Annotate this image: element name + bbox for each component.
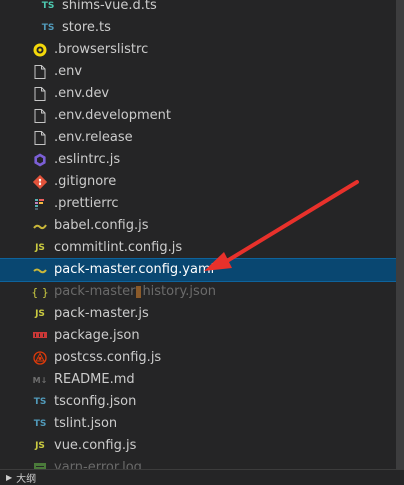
file-icon	[32, 130, 48, 146]
tree-item-label: .env.development	[54, 108, 171, 123]
tree-item-eslintrc-js[interactable]: .eslintrc.js	[0, 149, 396, 171]
tree-item-gitignore[interactable]: .gitignore	[0, 171, 396, 193]
tree-item-shims-vue-d-ts[interactable]: TS shims-vue.d.ts	[0, 0, 396, 17]
tree-item-label: package.json	[54, 328, 140, 343]
tree-item-label: pack-master.config.yaml	[54, 262, 215, 277]
markdown-icon: M↓	[32, 375, 48, 385]
git-icon	[32, 174, 48, 190]
tree-item-tslint-json[interactable]: TS tslint.json	[0, 413, 396, 435]
tree-item-env-dev[interactable]: .env.dev	[0, 83, 396, 105]
typescript-icon: TS	[41, 23, 55, 33]
chevron-right-icon: ▶	[6, 472, 13, 482]
tree-item-pack-master-history-json[interactable]: { } pack-master history.json	[0, 281, 396, 303]
tree-item-label: .prettierrc	[54, 196, 119, 211]
tree-item-env-development[interactable]: .env.development	[0, 105, 396, 127]
scrollbar-track[interactable]	[396, 0, 404, 470]
tree-item-env-release[interactable]: .env.release	[0, 127, 396, 149]
tree-item-label: postcss.config.js	[54, 350, 162, 365]
tree-item-prettierrc[interactable]: .prettierrc	[0, 193, 396, 215]
tree-item-label: README.md	[54, 372, 135, 387]
javascript-icon: JS	[35, 243, 45, 253]
tree-item-pack-master-js[interactable]: JS pack-master.js	[0, 303, 396, 325]
tree-item-commitlint-config-js[interactable]: JS commitlint.config.js	[0, 237, 396, 259]
typescript-def-icon: TS	[41, 1, 55, 11]
file-explorer: TS shims-vue.d.ts TS store.ts .browsersl…	[0, 0, 404, 470]
tree-item-pack-master-config-yaml[interactable]: pack-master.config.yaml	[0, 258, 397, 282]
tsconfig-icon: TS	[33, 397, 47, 407]
tree-item-env[interactable]: .env	[0, 61, 396, 83]
yaml-icon	[32, 262, 48, 278]
file-icon	[32, 108, 48, 124]
tree-item-store-ts[interactable]: TS store.ts	[0, 17, 396, 39]
tslint-icon: TS	[33, 419, 47, 429]
tree-item-label: shims-vue.d.ts	[62, 0, 157, 13]
edit-marker	[136, 285, 142, 298]
browserslist-icon	[32, 42, 48, 58]
javascript-icon: JS	[35, 309, 45, 319]
tree-item-label: .env.dev	[54, 86, 110, 101]
tree-item-vue-config-js[interactable]: JS vue.config.js	[0, 435, 396, 457]
tree-item-label: .eslintrc.js	[54, 152, 121, 167]
eslint-icon	[32, 152, 48, 168]
tree-item-label: tslint.json	[54, 416, 118, 431]
tree-item-label: babel.config.js	[54, 218, 149, 233]
outline-section-header[interactable]: ▶ 大纲	[0, 469, 404, 485]
tree-item-browserslistrc[interactable]: .browserslistrc	[0, 39, 396, 61]
tree-item-label: tsconfig.json	[54, 394, 137, 409]
tree-item-label: .browserslistrc	[54, 42, 149, 57]
tree-item-label: .env	[54, 64, 83, 79]
tree-item-tsconfig-json[interactable]: TS tsconfig.json	[0, 391, 396, 413]
file-icon	[32, 86, 48, 102]
outline-label: 大纲	[16, 473, 37, 485]
tree-item-label: vue.config.js	[54, 438, 137, 453]
tree-item-package-json[interactable]: package.json	[0, 325, 396, 347]
scrollbar-thumb[interactable]	[396, 0, 404, 470]
babel-icon	[32, 218, 48, 234]
tree-item-babel-config-js[interactable]: babel.config.js	[0, 215, 396, 237]
npm-icon	[32, 328, 48, 344]
prettier-icon	[32, 196, 48, 212]
tree-item-label: pack-master history.json	[54, 284, 217, 299]
tree-item-label: commitlint.config.js	[54, 240, 183, 255]
json-icon: { }	[31, 285, 49, 299]
tree-item-label: .env.release	[54, 130, 133, 145]
tree-item-label: store.ts	[62, 20, 111, 35]
tree-item-label: .gitignore	[54, 174, 117, 189]
tree-item-postcss-config-js[interactable]: postcss.config.js	[0, 347, 396, 369]
javascript-icon: JS	[35, 441, 45, 451]
tree-item-readme-md[interactable]: M↓ README.md	[0, 369, 396, 391]
file-icon	[32, 64, 48, 80]
postcss-icon	[32, 350, 48, 366]
tree-item-label: pack-master.js	[54, 306, 149, 321]
